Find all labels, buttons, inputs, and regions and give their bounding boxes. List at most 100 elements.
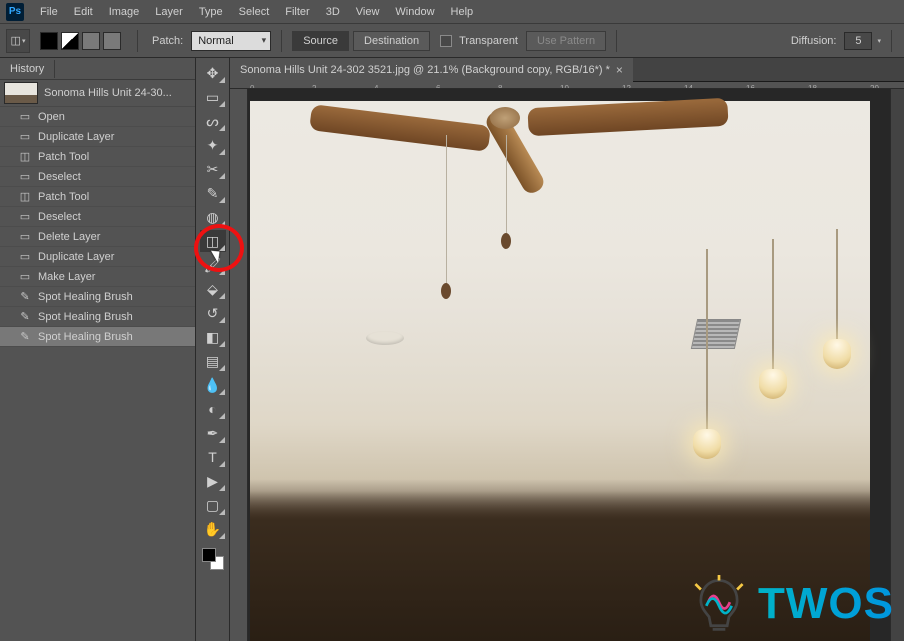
menu-filter[interactable]: Filter xyxy=(277,3,317,21)
menu-type[interactable]: Type xyxy=(191,3,231,21)
selection-mode-icons xyxy=(40,32,121,50)
transparent-label: Transparent xyxy=(455,35,522,47)
menu-bar: Ps File Edit Image Layer Type Select Fil… xyxy=(0,0,904,24)
diffusion-input[interactable]: 5 xyxy=(844,32,872,50)
history-item[interactable]: Spot Healing Brush xyxy=(0,287,195,307)
brush-icon xyxy=(18,310,32,324)
hand-tool[interactable]: ✋ xyxy=(200,518,226,540)
patch-mode-dropdown[interactable]: Normal xyxy=(191,31,271,51)
diffusion-label: Diffusion: xyxy=(787,35,841,47)
history-panel: History Sonoma Hills Unit 24-30... Open D… xyxy=(0,58,196,641)
menu-view[interactable]: View xyxy=(348,3,388,21)
patch-tool[interactable]: ◫ xyxy=(200,230,226,252)
history-tab-label: History xyxy=(0,60,55,78)
history-item[interactable]: Patch Tool xyxy=(0,147,195,167)
canvas[interactable] xyxy=(248,89,890,641)
path-selection-tool[interactable]: ▶ xyxy=(200,470,226,492)
doc-icon xyxy=(18,130,32,144)
chevron-down-icon[interactable]: ▾ xyxy=(877,37,881,45)
cabinetry xyxy=(250,491,870,641)
history-list: Open Duplicate Layer Patch Tool Deselect Pat… xyxy=(0,107,195,641)
gradient-tool[interactable]: ▤ xyxy=(200,350,226,372)
menu-help[interactable]: Help xyxy=(443,3,482,21)
history-brush-tool[interactable]: ↺ xyxy=(200,302,226,324)
snapshot-thumbnail xyxy=(4,82,38,104)
history-item[interactable]: Deselect xyxy=(0,207,195,227)
history-item-label: Duplicate Layer xyxy=(38,251,114,263)
ruler-vertical xyxy=(230,89,248,641)
crop-tool[interactable]: ✂ xyxy=(200,158,226,180)
pendant-light xyxy=(772,239,774,369)
brush-tool[interactable]: 🖌 xyxy=(200,254,226,276)
options-bar: ◫▾ Patch: Normal Source Destination Tran… xyxy=(0,24,904,58)
color-swatches[interactable] xyxy=(200,546,226,572)
menu-select[interactable]: Select xyxy=(231,3,278,21)
doc-icon xyxy=(18,250,32,264)
intersect-selection-icon[interactable] xyxy=(103,32,121,50)
history-item[interactable]: Open xyxy=(0,107,195,127)
pull-bob xyxy=(441,283,451,299)
document-tab[interactable]: Sonoma Hills Unit 24-302 3521.jpg @ 21.1… xyxy=(230,58,633,82)
rectangle-tool[interactable]: ▢ xyxy=(200,494,226,516)
type-tool[interactable]: T xyxy=(200,446,226,468)
menu-window[interactable]: Window xyxy=(387,3,442,21)
menu-file[interactable]: File xyxy=(32,3,66,21)
eraser-tool[interactable]: ◧ xyxy=(200,326,226,348)
ruler-horizontal: 02468101214161820 xyxy=(230,82,904,89)
brush-icon xyxy=(18,330,32,344)
pendant-light xyxy=(836,229,838,339)
move-tool[interactable]: ✥ xyxy=(200,62,226,84)
lasso-tool[interactable]: ᔕ xyxy=(200,110,226,132)
ceiling-vent xyxy=(691,319,741,349)
history-item-label: Open xyxy=(38,111,65,123)
history-item[interactable]: Duplicate Layer xyxy=(0,127,195,147)
doc-icon xyxy=(18,230,32,244)
doc-icon xyxy=(18,270,32,284)
spot-healing-tool[interactable]: ◍ xyxy=(200,206,226,228)
history-item[interactable]: Spot Healing Brush xyxy=(0,327,195,347)
history-tab[interactable]: History xyxy=(0,58,195,80)
history-item[interactable]: Deselect xyxy=(0,167,195,187)
history-snapshot[interactable]: Sonoma Hills Unit 24-30... xyxy=(0,80,195,107)
history-item-label: Patch Tool xyxy=(38,191,89,203)
toolbox: ✥▭ᔕ✦✂✎◍◫🖌⬙↺◧▤💧◐✒T▶▢✋ xyxy=(196,58,230,641)
pull-bob xyxy=(501,233,511,249)
history-item-label: Delete Layer xyxy=(38,231,100,243)
tool-preset-picker[interactable]: ◫▾ xyxy=(6,29,30,53)
new-selection-icon[interactable] xyxy=(40,32,58,50)
doc-icon xyxy=(18,110,32,124)
magic-wand-tool[interactable]: ✦ xyxy=(200,134,226,156)
use-pattern-button: Use Pattern xyxy=(526,31,606,51)
history-item-label: Spot Healing Brush xyxy=(38,311,133,323)
subtract-selection-icon[interactable] xyxy=(82,32,100,50)
history-item[interactable]: Make Layer xyxy=(0,267,195,287)
eyedropper-tool[interactable]: ✎ xyxy=(200,182,226,204)
destination-button[interactable]: Destination xyxy=(353,31,430,51)
marquee-tool[interactable]: ▭ xyxy=(200,86,226,108)
patch-icon xyxy=(18,190,32,204)
doc-icon xyxy=(18,170,32,184)
menu-3d[interactable]: 3D xyxy=(318,3,348,21)
history-item[interactable]: Spot Healing Brush xyxy=(0,307,195,327)
clone-stamp-tool[interactable]: ⬙ xyxy=(200,278,226,300)
menu-edit[interactable]: Edit xyxy=(66,3,101,21)
history-item-label: Deselect xyxy=(38,211,81,223)
menu-image[interactable]: Image xyxy=(101,3,148,21)
menu-layer[interactable]: Layer xyxy=(147,3,191,21)
history-item-label: Deselect xyxy=(38,171,81,183)
pen-tool[interactable]: ✒ xyxy=(200,422,226,444)
history-item-label: Make Layer xyxy=(38,271,95,283)
patch-icon: ◫ xyxy=(11,34,21,47)
blur-tool[interactable]: 💧 xyxy=(200,374,226,396)
history-item-label: Patch Tool xyxy=(38,151,89,163)
close-icon[interactable]: × xyxy=(616,63,623,77)
history-item[interactable]: Patch Tool xyxy=(0,187,195,207)
history-item[interactable]: Delete Layer xyxy=(0,227,195,247)
add-selection-icon[interactable] xyxy=(61,32,79,50)
source-button[interactable]: Source xyxy=(292,31,349,51)
panel-strip[interactable] xyxy=(890,89,904,641)
history-item[interactable]: Duplicate Layer xyxy=(0,247,195,267)
dodge-tool[interactable]: ◐ xyxy=(200,398,226,420)
transparent-checkbox[interactable] xyxy=(440,35,452,47)
pendant-light xyxy=(706,249,708,429)
